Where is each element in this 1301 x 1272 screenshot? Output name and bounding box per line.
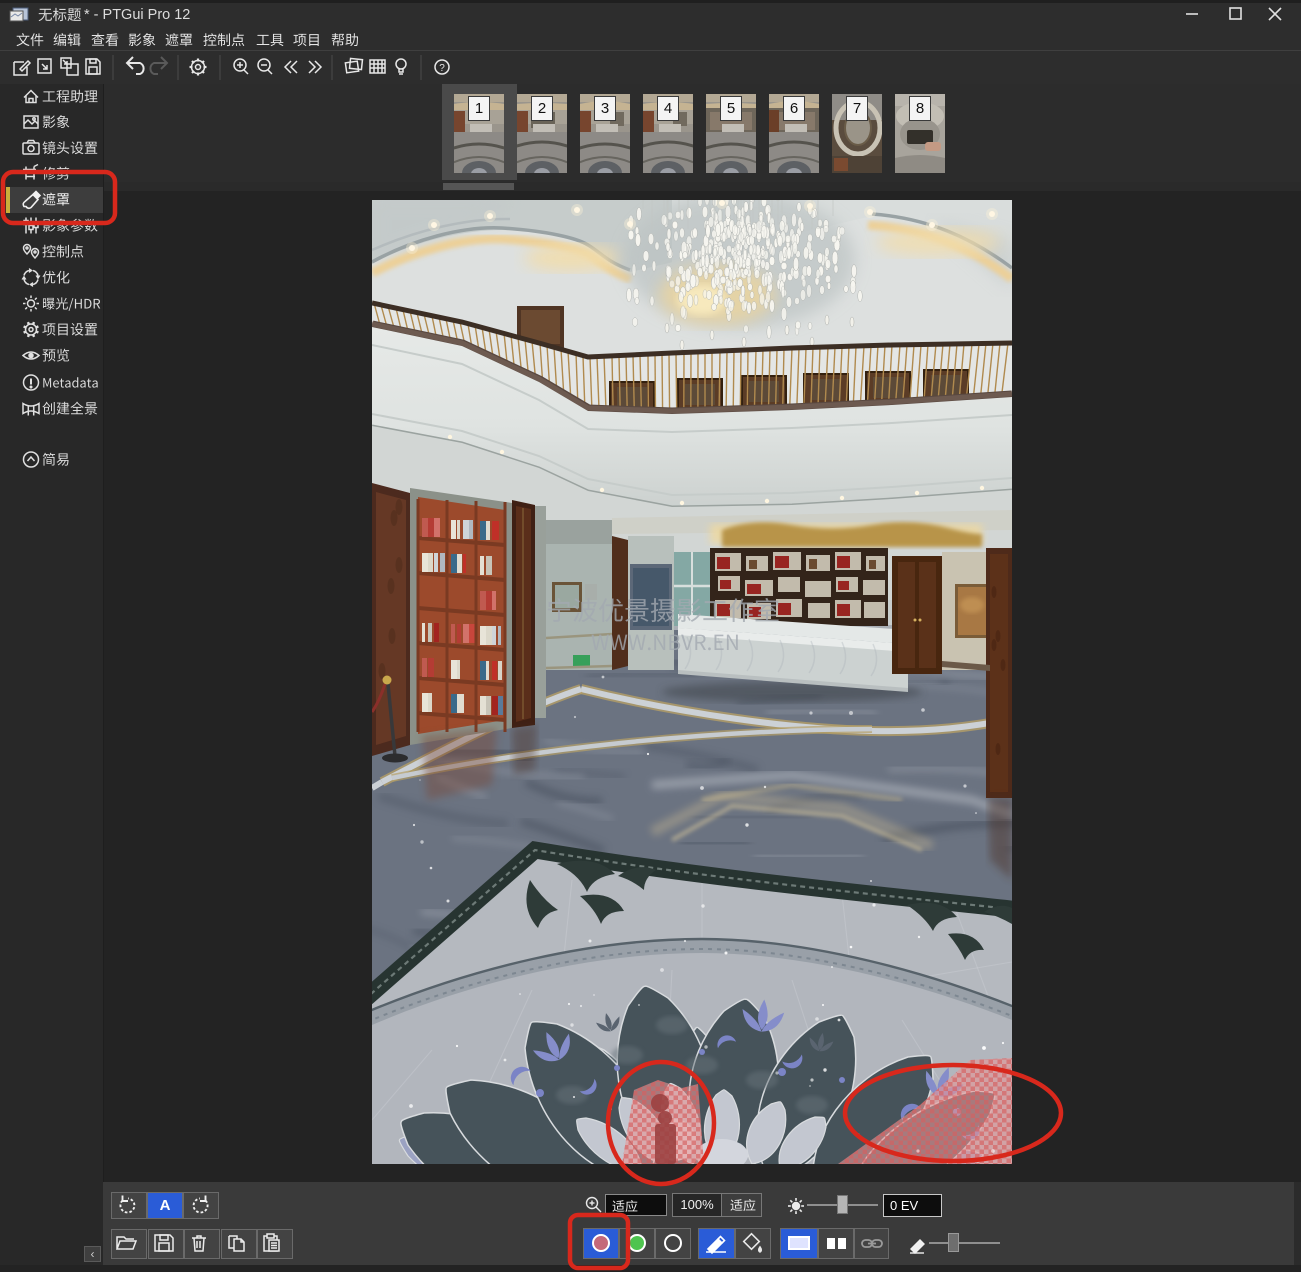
svg-text:?: ?	[439, 63, 445, 74]
